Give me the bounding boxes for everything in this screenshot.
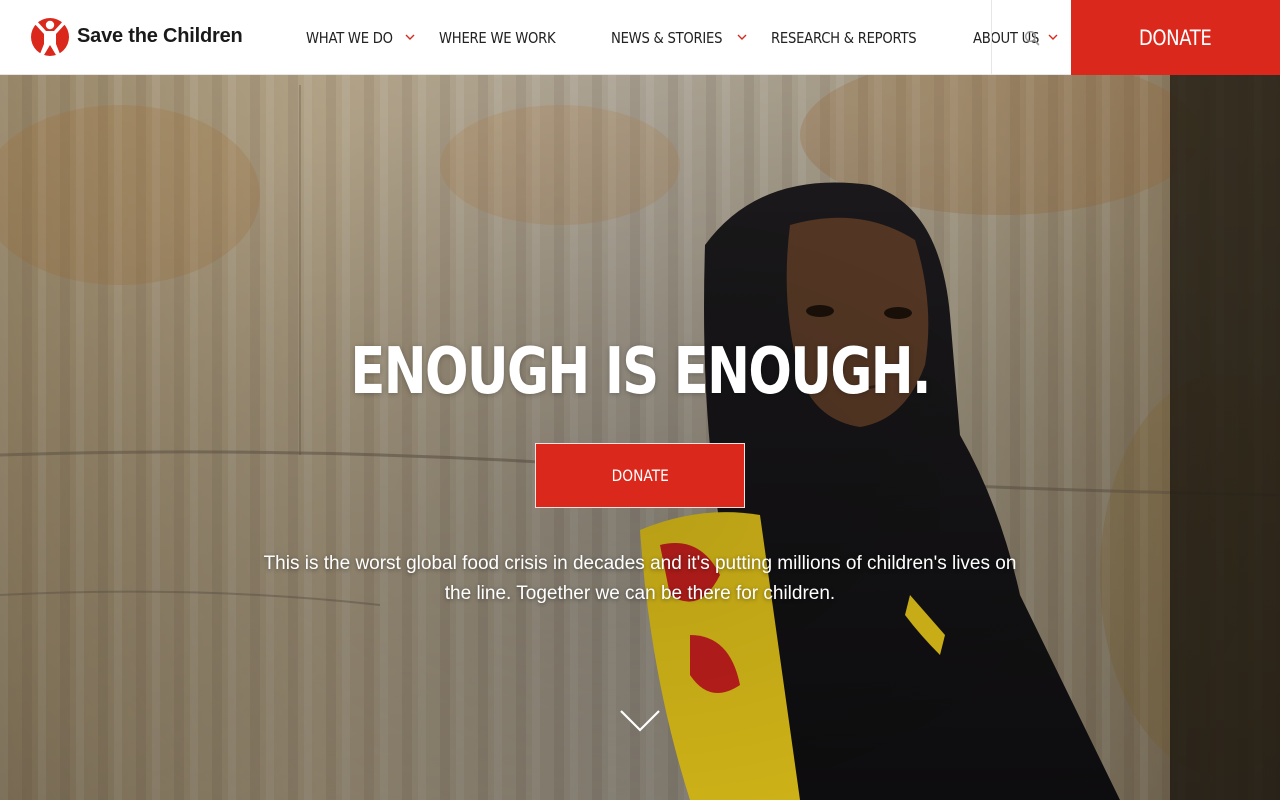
chevron-down-icon [737, 34, 747, 40]
hero-title-text: ENOUGH IS ENOUGH. [350, 335, 931, 409]
site-header: Save the Children WHAT WE DO WHERE WE WO… [0, 0, 1280, 75]
hero-description: This is the worst global food crisis in … [263, 553, 1017, 604]
hero-title: ENOUGH IS ENOUGH. [0, 332, 1280, 412]
save-the-children-logo-icon [31, 18, 69, 56]
nav-item-where-we-work[interactable]: WHERE WE WORK [425, 0, 597, 75]
nav-item-news-stories[interactable]: NEWS & STORIES [597, 0, 757, 75]
search-icon [1024, 30, 1039, 45]
nav-item-research-reports[interactable]: RESEARCH & REPORTS [757, 0, 962, 75]
hero-section: ENOUGH IS ENOUGH. DONATE This is the wor… [0, 75, 1280, 800]
logo-wordmark: Save the Children [77, 24, 243, 47]
nav-item-label: RESEARCH & REPORTS [771, 28, 917, 47]
nav-item-label: WHERE WE WORK [438, 28, 556, 47]
chevron-down-icon [405, 34, 415, 40]
main-nav: WHAT WE DO WHERE WE WORK NEWS & STORIES … [296, 0, 1068, 75]
header-donate-button[interactable]: DONATE [1071, 0, 1280, 75]
hero-overlay [0, 75, 1280, 800]
search-button[interactable] [991, 0, 1071, 75]
hero-donate-label: DONATE [611, 466, 669, 485]
header-donate-label: DONATE [1139, 25, 1212, 50]
nav-item-label: NEWS & STORIES [610, 28, 723, 47]
nav-item-what-we-do[interactable]: WHAT WE DO [296, 0, 425, 75]
hero-donate-button[interactable]: DONATE [535, 443, 745, 508]
site-logo[interactable]: Save the Children [29, 14, 243, 58]
scroll-down-chevron-icon[interactable] [619, 708, 661, 734]
nav-item-label: WHAT WE DO [306, 28, 393, 47]
